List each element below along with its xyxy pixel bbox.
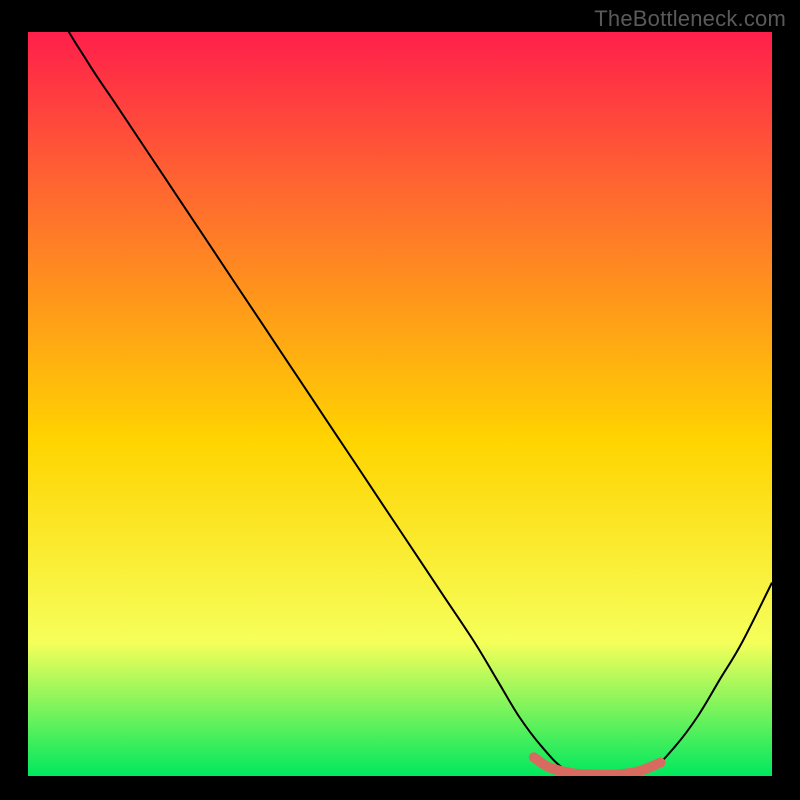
plot-svg: [28, 32, 772, 776]
watermark-text: TheBottleneck.com: [594, 6, 786, 32]
gradient-background: [28, 32, 772, 776]
bottleneck-plot: [28, 32, 772, 776]
chart-frame: TheBottleneck.com: [0, 0, 800, 800]
